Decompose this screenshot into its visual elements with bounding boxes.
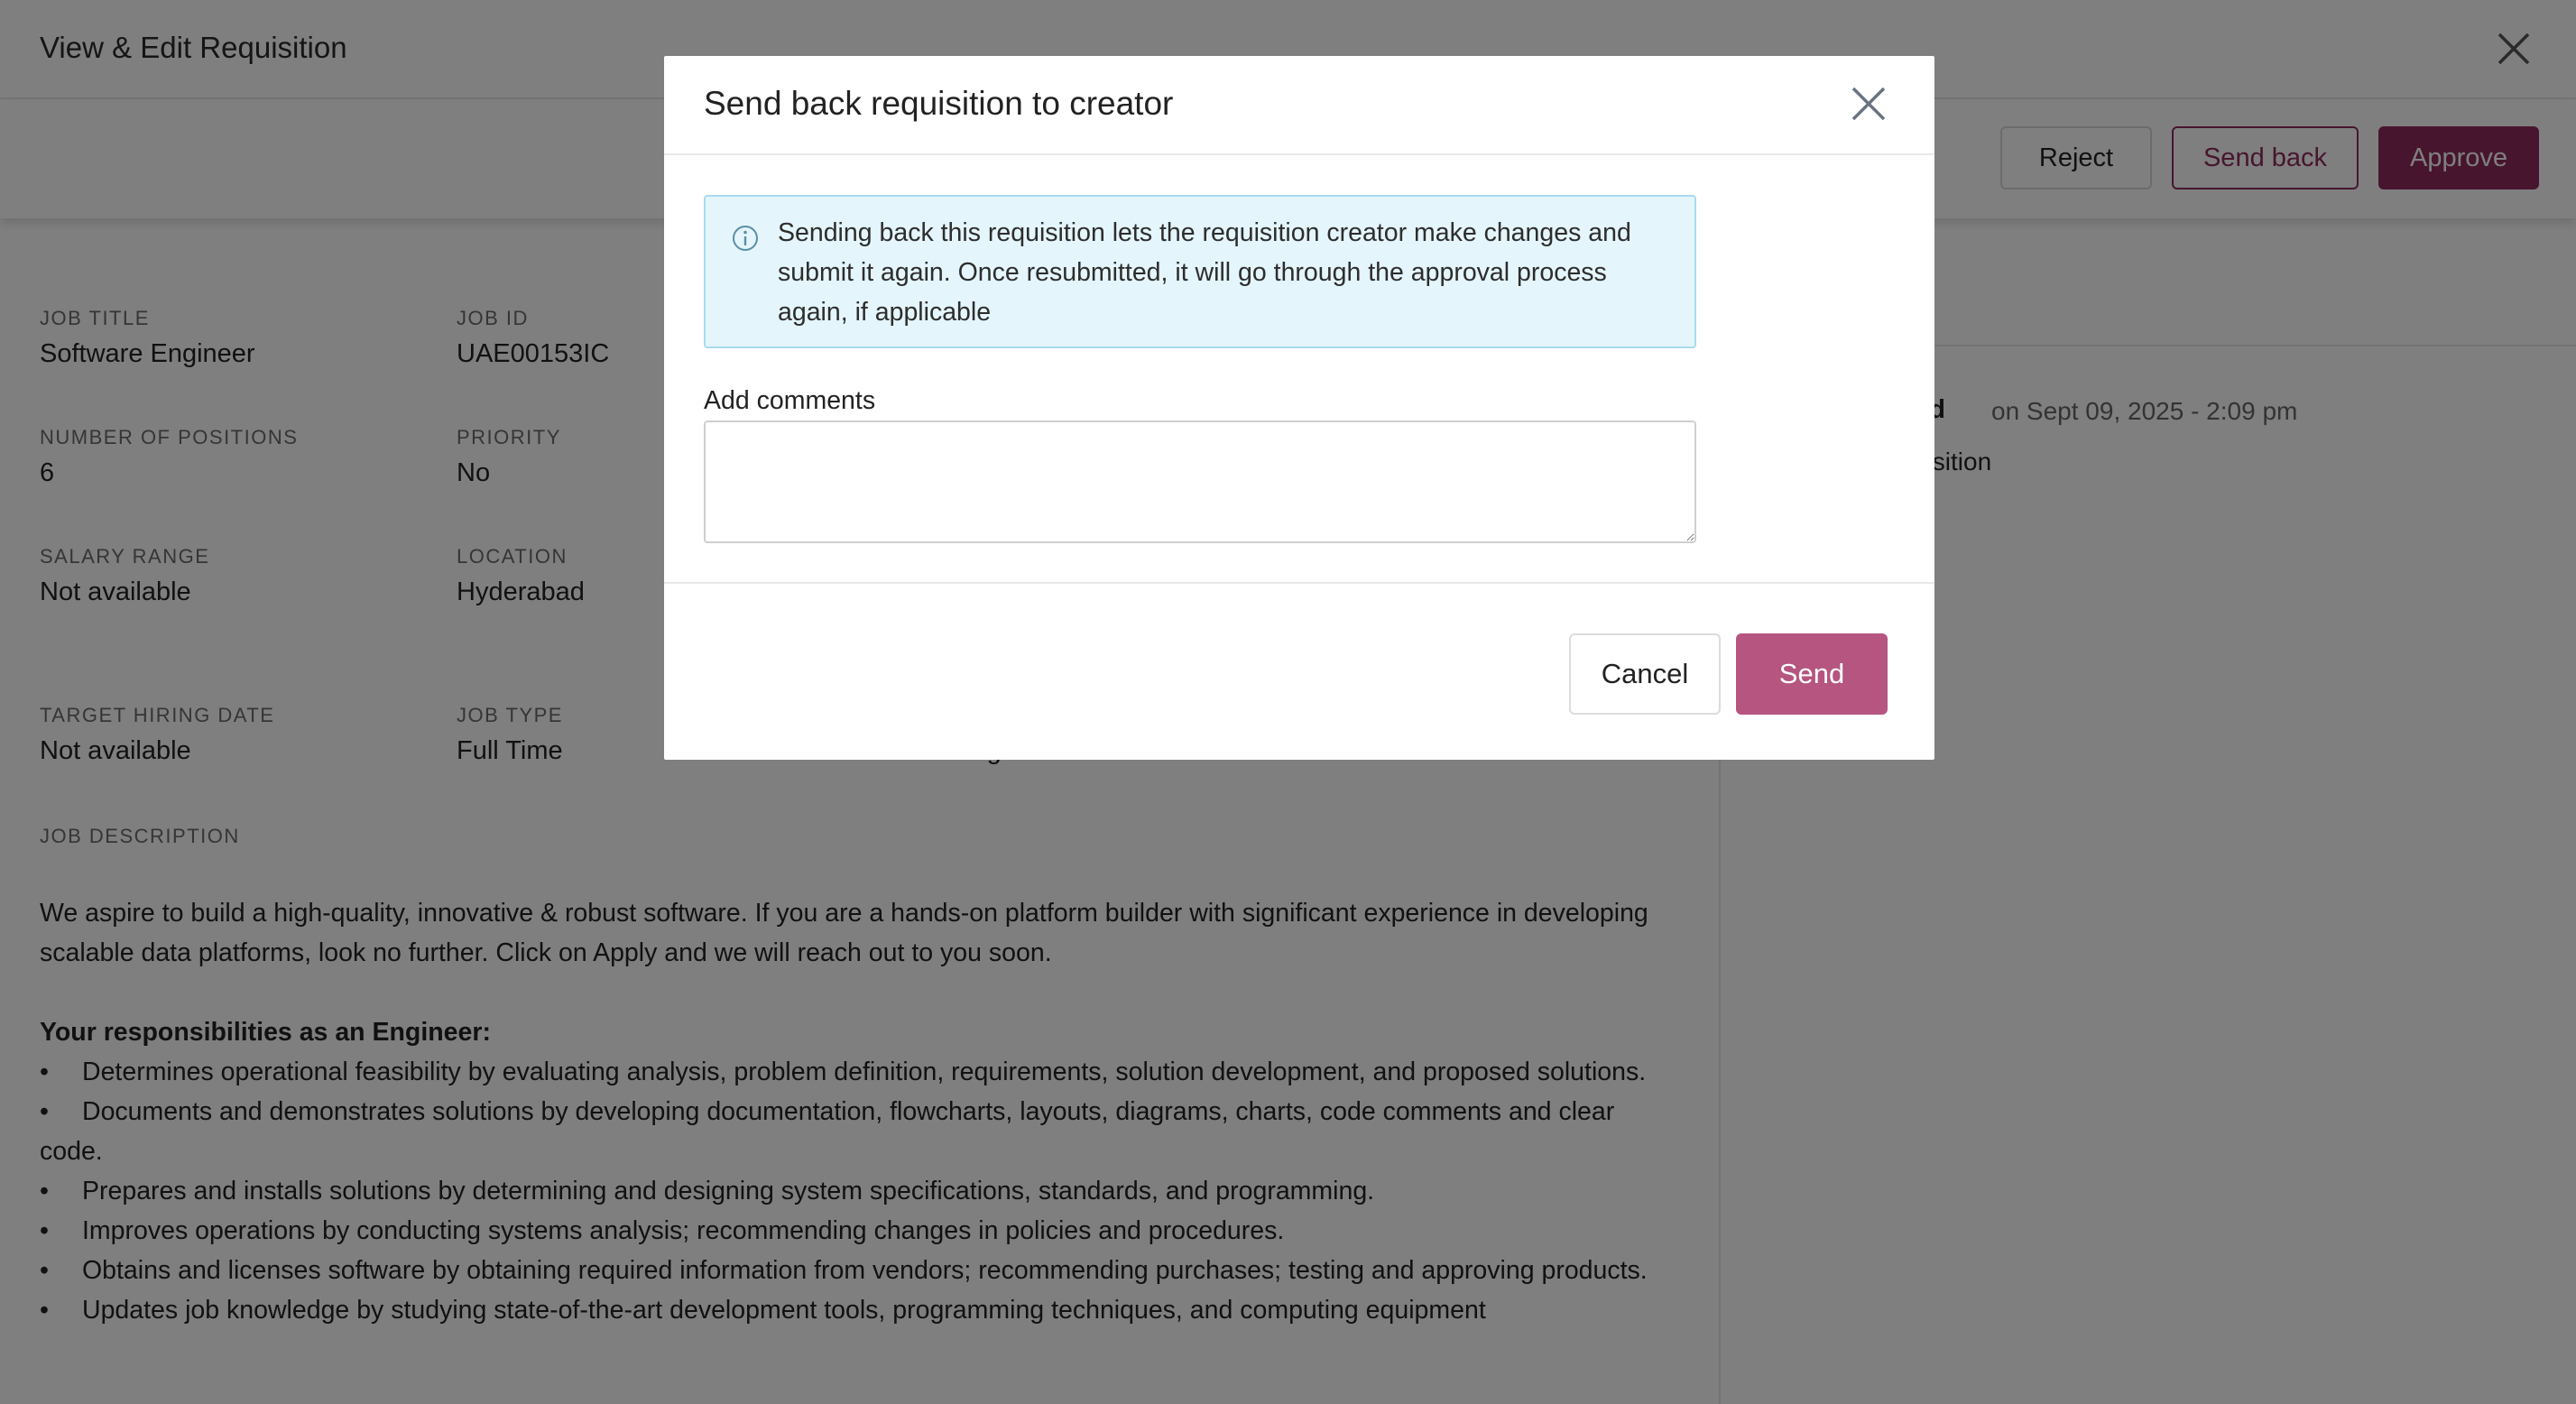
info-icon xyxy=(731,224,760,253)
comments-label: Add comments xyxy=(704,386,876,415)
dialog-footer-divider xyxy=(664,582,1934,584)
comments-textarea[interactable] xyxy=(704,420,1696,543)
close-icon[interactable] xyxy=(1848,83,1889,125)
send-button[interactable]: Send xyxy=(1736,633,1888,715)
send-back-dialog: Send back requisition to creator Sending… xyxy=(664,56,1934,760)
cancel-button[interactable]: Cancel xyxy=(1569,633,1721,715)
info-banner: Sending back this requisition lets the r… xyxy=(704,195,1696,348)
dialog-title: Send back requisition to creator xyxy=(704,85,1174,122)
info-message: Sending back this requisition lets the r… xyxy=(778,218,1631,327)
dialog-header: Send back requisition to creator xyxy=(664,56,1934,155)
